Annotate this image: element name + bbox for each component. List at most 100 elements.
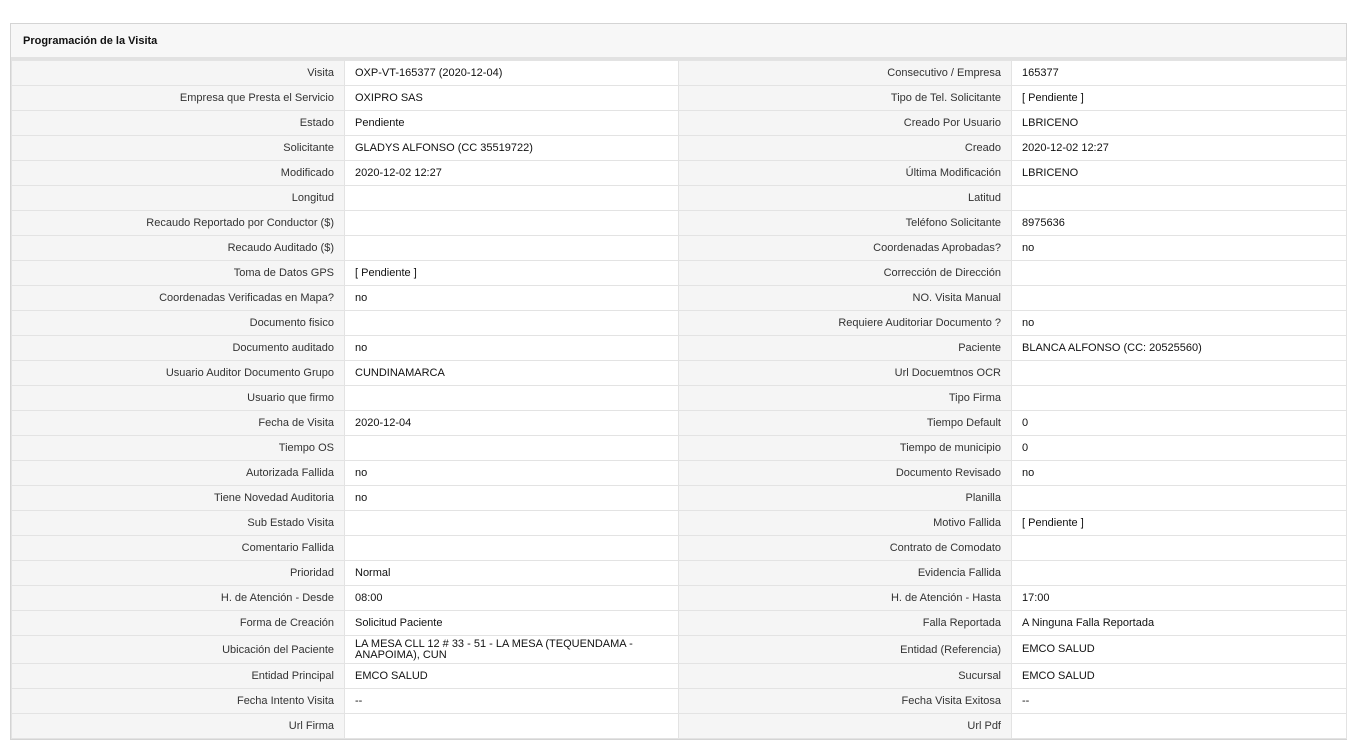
detail-row: Modificado 2020-12-02 12:27 Última Modific…	[11, 160, 1347, 186]
field-label: Modificado	[11, 160, 345, 186]
field-value	[344, 535, 679, 561]
field-label: Paciente	[678, 335, 1012, 361]
field-value: [ Pendiente ]	[1011, 510, 1347, 536]
field-value: no	[344, 285, 679, 311]
field-label: Recaudo Reportado por Conductor ($)	[11, 210, 345, 236]
detail-row: Autorizada Fallida no Documento Revisado …	[11, 460, 1347, 486]
field-label: Forma de Creación	[11, 610, 345, 636]
detail-row: Forma de Creación Solicitud Paciente Falla…	[11, 610, 1347, 636]
field-value: LBRICENO	[1011, 110, 1347, 136]
field-label: Planilla	[678, 485, 1012, 511]
field-value	[1011, 713, 1347, 739]
field-value	[1011, 485, 1347, 511]
field-label: Url Docuemtnos OCR	[678, 360, 1012, 386]
detail-row: Comentario Fallida Contrato de Comodato	[11, 535, 1347, 561]
detail-row: Usuario que firmo Tipo Firma	[11, 385, 1347, 411]
field-value	[1011, 385, 1347, 411]
field-value	[344, 435, 679, 461]
detail-row: Coordenadas Verificadas en Mapa? no NO. V…	[11, 285, 1347, 311]
detail-row: Url Firma Url Pdf	[11, 713, 1347, 739]
field-label: Latitud	[678, 185, 1012, 211]
field-value: Solicitud Paciente	[344, 610, 679, 636]
detail-row: Sub Estado Visita Motivo Fallida[ Pendien…	[11, 510, 1347, 536]
detail-row: Tiene Novedad Auditoria no Planilla	[11, 485, 1347, 511]
field-label: Coordenadas Verificadas en Mapa?	[11, 285, 345, 311]
field-value: BLANCA ALFONSO (CC: 20525560)	[1011, 335, 1347, 361]
field-label: Entidad Principal	[11, 663, 345, 689]
field-value	[344, 385, 679, 411]
detail-row: Toma de Datos GPS[ Pendiente ] Corrección…	[11, 260, 1347, 286]
field-label: Entidad (Referencia)	[678, 635, 1012, 664]
field-value: 0	[1011, 435, 1347, 461]
field-label: NO. Visita Manual	[678, 285, 1012, 311]
field-value: Pendiente	[344, 110, 679, 136]
field-label: Motivo Fallida	[678, 510, 1012, 536]
field-label: Falla Reportada	[678, 610, 1012, 636]
detail-row: Usuario Auditor Documento Grupo CUNDINAMA…	[11, 360, 1347, 386]
field-label: H. de Atención - Hasta	[678, 585, 1012, 611]
detail-row: Fecha Intento Visita -- Fecha Visita Exit…	[11, 688, 1347, 714]
detail-row: Recaudo Reportado por Conductor ($) Teléf…	[11, 210, 1347, 236]
field-label: Creado	[678, 135, 1012, 161]
field-label: Empresa que Presta el Servicio	[11, 85, 345, 111]
visit-schedule-panel: Programación de la Visita Visita OXP-VT-1…	[10, 23, 1347, 740]
field-label: Recaudo Auditado ($)	[11, 235, 345, 261]
detail-row: Ubicación del Paciente LA MESA CLL 12 # 3…	[11, 635, 1347, 664]
field-label: Visita	[11, 60, 345, 86]
field-value	[1011, 560, 1347, 586]
field-value	[1011, 285, 1347, 311]
field-label: Consecutivo / Empresa	[678, 60, 1012, 86]
field-label: Solicitante	[11, 135, 345, 161]
field-label: Usuario Auditor Documento Grupo	[11, 360, 345, 386]
field-value: 2020-12-02 12:27	[1011, 135, 1347, 161]
field-value	[344, 310, 679, 336]
field-label: Contrato de Comodato	[678, 535, 1012, 561]
field-label: Url Firma	[11, 713, 345, 739]
field-label: Tiempo OS	[11, 435, 345, 461]
field-label: Tiempo Default	[678, 410, 1012, 436]
field-label: Documento auditado	[11, 335, 345, 361]
field-value	[1011, 535, 1347, 561]
field-label: Comentario Fallida	[11, 535, 345, 561]
field-label: H. de Atención - Desde	[11, 585, 345, 611]
field-value: [ Pendiente ]	[1011, 85, 1347, 111]
field-value: EMCO SALUD	[344, 663, 679, 689]
detail-row: Visita OXP-VT-165377 (2020-12-04) Consecut…	[11, 60, 1347, 86]
field-value: --	[344, 688, 679, 714]
field-value: OXIPRO SAS	[344, 85, 679, 111]
field-value: 8975636	[1011, 210, 1347, 236]
field-value: LBRICENO	[1011, 160, 1347, 186]
field-value: CUNDINAMARCA	[344, 360, 679, 386]
field-label: Documento Revisado	[678, 460, 1012, 486]
field-label: Corrección de Dirección	[678, 260, 1012, 286]
visit-details-table: Visita OXP-VT-165377 (2020-12-04) Consecut…	[11, 60, 1347, 739]
field-label: Url Pdf	[678, 713, 1012, 739]
field-label: Última Modificación	[678, 160, 1012, 186]
field-value: A Ninguna Falla Reportada	[1011, 610, 1347, 636]
field-label: Fecha de Visita	[11, 410, 345, 436]
field-value: --	[1011, 688, 1347, 714]
field-value: no	[1011, 460, 1347, 486]
detail-row: H. de Atención - Desde 08:00 H. de Atenció…	[11, 585, 1347, 611]
field-label: Teléfono Solicitante	[678, 210, 1012, 236]
field-label: Sucursal	[678, 663, 1012, 689]
field-value: [ Pendiente ]	[344, 260, 679, 286]
field-value: no	[344, 460, 679, 486]
field-label: Prioridad	[11, 560, 345, 586]
field-value: no	[344, 335, 679, 361]
field-label: Tiene Novedad Auditoria	[11, 485, 345, 511]
field-value: no	[1011, 310, 1347, 336]
field-value	[344, 210, 679, 236]
field-label: Tiempo de municipio	[678, 435, 1012, 461]
field-value: 2020-12-04	[344, 410, 679, 436]
field-value: EMCO SALUD	[1011, 663, 1347, 689]
field-value: GLADYS ALFONSO (CC 35519722)	[344, 135, 679, 161]
field-value	[1011, 185, 1347, 211]
field-label: Coordenadas Aprobadas?	[678, 235, 1012, 261]
field-value: 17:00	[1011, 585, 1347, 611]
field-value: LA MESA CLL 12 # 33 - 51 - LA MESA (TEQU…	[344, 635, 679, 664]
detail-row: Recaudo Auditado ($) Coordenadas Aprobada…	[11, 235, 1347, 261]
field-label: Toma de Datos GPS	[11, 260, 345, 286]
panel-header: Programación de la Visita	[11, 24, 1346, 60]
detail-row: Solicitante GLADYS ALFONSO (CC 35519722) C…	[11, 135, 1347, 161]
